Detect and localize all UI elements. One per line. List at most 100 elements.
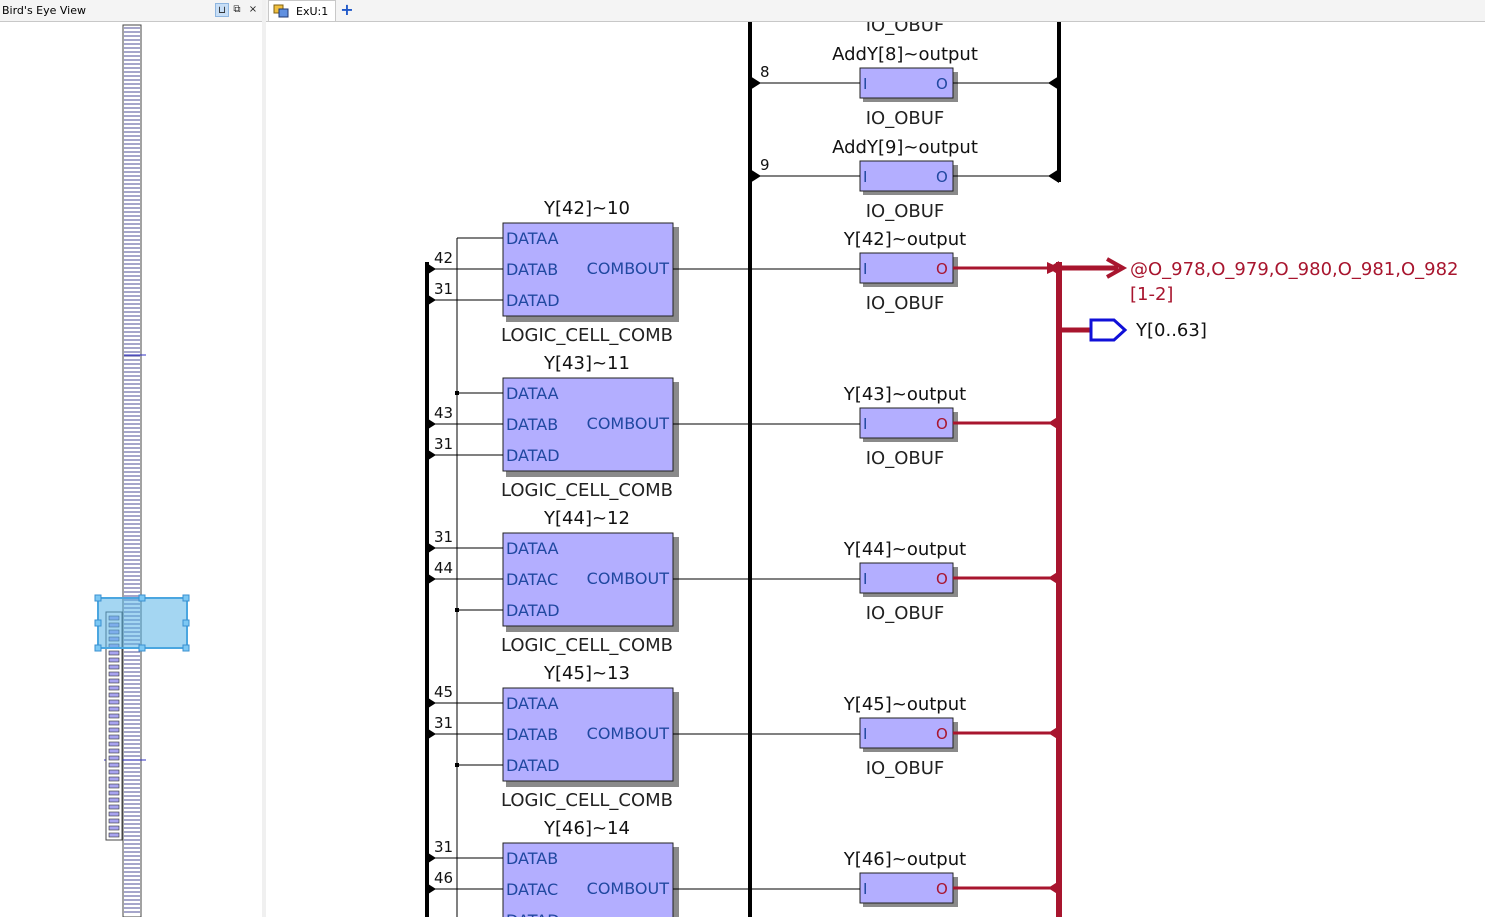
minimap-cell: [108, 776, 120, 782]
minimap-cell: [108, 699, 120, 705]
minimap-cell: [108, 825, 120, 831]
logic-cell-block: Y[44]~12 DATAA 31 DATAC 44 DATAD COMBOUT LOGIC_…: [427, 508, 860, 656]
logic-cell-input-pin: DATAB: [506, 260, 558, 279]
minimap-cell: [108, 818, 120, 824]
schematic-canvas[interactable]: IO_OBUF AddY[8]~output I O IO_OBUF 8 AddY[9]~o…: [266, 0, 1485, 921]
bus-index: 31: [434, 838, 453, 856]
minimap-resize-handle: [94, 619, 102, 627]
logic-cell-type: LOGIC_CELL_COMB: [501, 790, 673, 811]
output-port-label: Y[0..63]: [1135, 320, 1207, 341]
bus-index: 8: [760, 63, 770, 81]
logic-cell-input-pin: DATAB: [506, 725, 558, 744]
obuf-title: Y[43]~output: [843, 384, 966, 405]
minimap-cell: [108, 734, 120, 740]
tab-label: ExU:1: [296, 5, 329, 18]
logic-cell-output-pin: COMBOUT: [587, 879, 670, 898]
obuf-pin-in: I: [863, 880, 867, 898]
minimap-resize-handle: [182, 594, 190, 602]
obuf-pin-out: O: [936, 415, 948, 433]
bus-tap-arrow: [1048, 169, 1059, 183]
tab-bar: ExU:1 +: [266, 0, 1485, 22]
obuf-type: IO_OBUF: [866, 758, 945, 779]
bus-index: 42: [434, 249, 453, 267]
obuf-type: IO_OBUF: [866, 448, 945, 469]
minimap-resize-handle: [138, 594, 146, 602]
minimap-cell: [108, 671, 120, 677]
obuf-pin-in: I: [863, 168, 867, 186]
logic-cell-block: Y[45]~13 DATAA 45 DATAB 31 DATAD COMBOUT LOGIC_…: [427, 663, 860, 811]
birds-eye-minimap[interactable]: [0, 21, 262, 917]
minimap-cell: [108, 832, 120, 838]
logic-cell-input-pin: DATAD: [506, 756, 560, 775]
bus-index: 46: [434, 869, 453, 887]
wire-junction: [455, 608, 459, 612]
io-obuf-block: Y[44]~output I O IO_OBUF: [843, 539, 1059, 624]
io-obuf-block: AddY[8]~output I O IO_OBUF 8: [750, 44, 1059, 129]
close-icon[interactable]: ×: [246, 3, 260, 17]
output-port-icon: [1089, 318, 1128, 342]
obuf-pin-in: I: [863, 725, 867, 743]
logic-cell-type: LOGIC_CELL_COMB: [501, 480, 673, 501]
io-obuf-block: Y[42]~output I O IO_OBUF: [843, 229, 1059, 314]
logic-cell-title: Y[45]~13: [543, 663, 630, 684]
logic-cell-output-pin: COMBOUT: [587, 569, 670, 588]
logic-cell-input-pin: DATAD: [506, 291, 560, 310]
add-tab-button[interactable]: +: [338, 0, 356, 21]
minimap-cell: [108, 797, 120, 803]
logic-cell-input-pin: DATAC: [506, 880, 558, 899]
float-window-icon[interactable]: ⧉: [230, 3, 244, 17]
minimap-resize-handle: [94, 644, 102, 652]
obuf-title: AddY[8]~output: [832, 44, 978, 65]
minimap-cell: [108, 790, 120, 796]
obuf-pin-out: O: [936, 75, 948, 93]
minimap-cell: [108, 678, 120, 684]
birds-eye-view-title: Bird's Eye View: [2, 4, 86, 17]
minimap-resize-handle: [138, 644, 146, 652]
minimap-cell: [108, 755, 120, 761]
minimap-resize-handle: [182, 644, 190, 652]
obuf-pin-out: O: [936, 880, 948, 898]
logic-cell-output-pin: COMBOUT: [587, 259, 670, 278]
bus-tap-arrow: [1048, 881, 1059, 895]
obuf-type: IO_OBUF: [866, 603, 945, 624]
bus-tap-arrow: [1048, 571, 1059, 585]
minimap-cell: [108, 657, 120, 663]
output-bus-range: [1-2]: [1130, 284, 1173, 305]
logic-cell-title: Y[44]~12: [543, 508, 630, 529]
bus-tap-arrow: [1048, 726, 1059, 740]
minimap-cell: [108, 741, 120, 747]
bus-index: 31: [434, 714, 453, 732]
top-partial-label: IO_OBUF: [866, 22, 945, 36]
io-obuf-block: Y[45]~output I O IO_OBUF: [843, 694, 1059, 779]
logic-cell-input-pin: DATAA: [506, 539, 559, 558]
obuf-pin-out: O: [936, 725, 948, 743]
logic-cell-output-pin: COMBOUT: [587, 414, 670, 433]
bus-index: 31: [434, 435, 453, 453]
logic-cell-title: Y[42]~10: [543, 198, 630, 219]
bus-index: 9: [760, 156, 770, 174]
logic-cell-output-pin: COMBOUT: [587, 724, 670, 743]
minimap-viewport: [97, 597, 188, 649]
minimap-cell: [108, 720, 120, 726]
io-obuf-block: Y[46]~output I O: [843, 849, 1059, 907]
obuf-title: Y[45]~output: [843, 694, 966, 715]
obuf-title: Y[44]~output: [843, 539, 966, 560]
schematic-diagram[interactable]: IO_OBUF AddY[8]~output I O IO_OBUF 8 AddY[9]~o…: [266, 0, 1485, 921]
tab-exu-1[interactable]: ExU:1: [268, 0, 336, 21]
bus-index: 31: [434, 280, 453, 298]
obuf-type: IO_OBUF: [866, 108, 945, 129]
obuf-title: Y[42]~output: [843, 229, 966, 250]
logic-cell-type: LOGIC_CELL_COMB: [501, 325, 673, 346]
minimap-cell: [108, 706, 120, 712]
minimap-cell: [108, 727, 120, 733]
bus-index: 45: [434, 683, 453, 701]
birds-eye-view-header: Bird's Eye View ⊔ ⧉ ×: [0, 0, 262, 22]
wire-junction: [455, 763, 459, 767]
birds-eye-view-panel: Bird's Eye View ⊔ ⧉ ×: [0, 0, 263, 917]
logic-cell-input-pin: DATAD: [506, 601, 560, 620]
obuf-pin-out: O: [936, 168, 948, 186]
bus-index: 31: [434, 528, 453, 546]
pin-icon[interactable]: ⊔: [215, 3, 229, 17]
logic-cell-input-pin: DATAA: [506, 229, 559, 248]
logic-cell-input-pin: DATAD: [506, 446, 560, 465]
